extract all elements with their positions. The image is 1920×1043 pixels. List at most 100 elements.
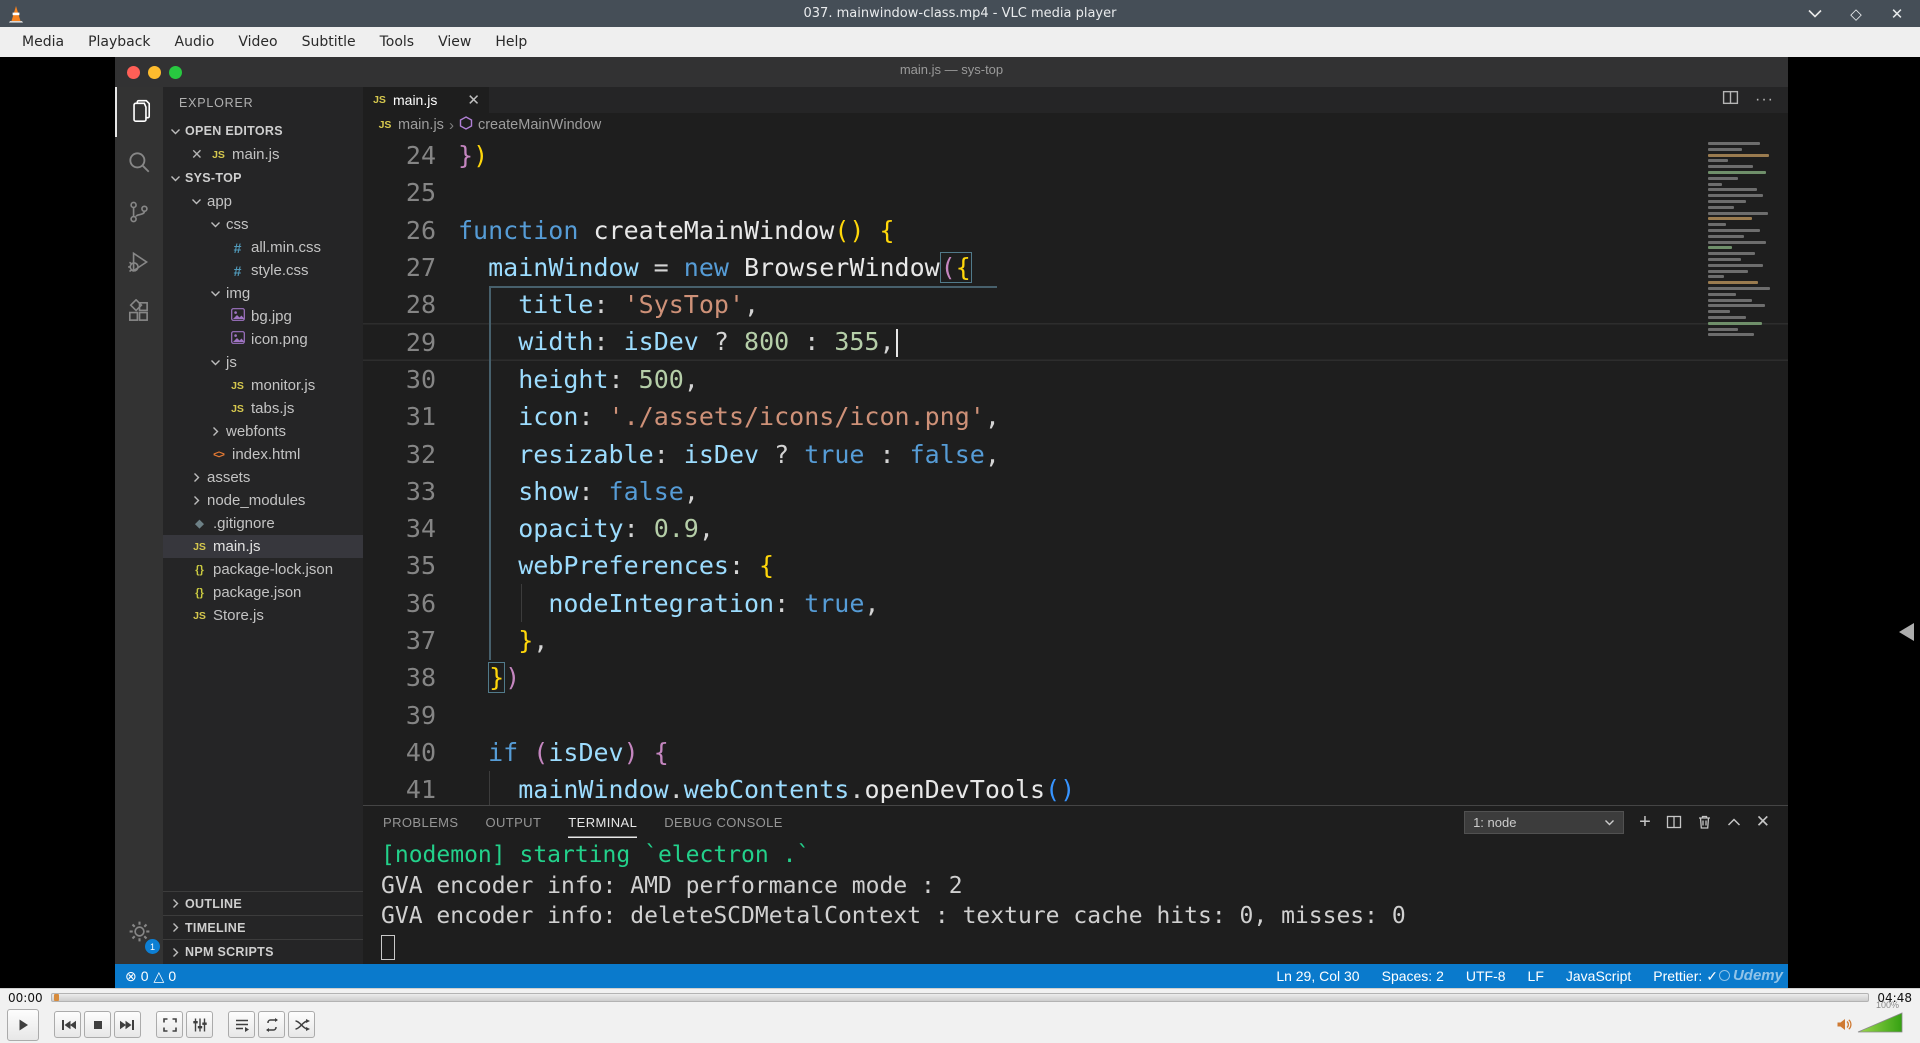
cursor-position[interactable]: Ln 29, Col 30 <box>1276 968 1359 984</box>
section-timeline[interactable]: TIMELINE <box>163 916 363 940</box>
code-line-32[interactable]: 32 resizable: isDev ? true : false, <box>363 435 1788 472</box>
speaker-icon[interactable] <box>1836 1016 1853 1038</box>
code-line-27[interactable]: 27 mainWindow = new BrowserWindow({ <box>363 249 1788 286</box>
errors-indicator[interactable]: ⊗ 0 <box>125 968 149 985</box>
previous-button[interactable] <box>54 1011 81 1038</box>
open-editors-section[interactable]: OPEN EDITORS <box>163 119 363 143</box>
code-line-33[interactable]: 33 show: false, <box>363 473 1788 510</box>
seek-bar[interactable] <box>50 993 1870 1002</box>
indentation[interactable]: Spaces: 2 <box>1382 968 1444 984</box>
formatter-status[interactable]: Prettier: ✓ <box>1653 968 1718 985</box>
shuffle-button[interactable] <box>288 1011 315 1038</box>
code-line-36[interactable]: 36 nodeIntegration: true, <box>363 585 1788 622</box>
code-line-40[interactable]: 40 if (isDev) { <box>363 734 1788 771</box>
close-panel-icon[interactable]: ✕ <box>1756 812 1770 832</box>
code-line-39[interactable]: 39 <box>363 696 1788 733</box>
terminal-output[interactable]: [nodemon] starting `electron .` GVA encod… <box>363 838 1788 968</box>
code-line-38[interactable]: 38 }) <box>363 659 1788 696</box>
code-line-34[interactable]: 34 opacity: 0.9, <box>363 510 1788 547</box>
settings-gear-icon[interactable]: 1 <box>115 906 163 956</box>
tree-item-app[interactable]: app <box>163 190 363 213</box>
code-editor[interactable]: 24}) 25 26 function createMainWindow() {27 … <box>363 137 1788 805</box>
tree-item-package-lock-json[interactable]: {} package-lock.json <box>163 558 363 581</box>
split-editor-icon[interactable] <box>1722 89 1739 111</box>
seek-handle[interactable] <box>53 994 59 1001</box>
open-editor-main-js[interactable]: ✕ JS main.js <box>163 143 363 166</box>
eol-sequence[interactable]: LF <box>1528 968 1544 984</box>
extensions-icon[interactable] <box>115 287 163 337</box>
extended-settings-button[interactable] <box>186 1011 213 1038</box>
tree-item-webfonts[interactable]: webfonts <box>163 420 363 443</box>
close-editor-icon[interactable]: ✕ <box>191 146 205 163</box>
split-terminal-icon[interactable] <box>1666 814 1682 830</box>
panel-tab-debug-console[interactable]: DEBUG CONSOLE <box>664 806 783 838</box>
project-section[interactable]: SYS-TOP <box>163 166 363 190</box>
section-npm-scripts[interactable]: NPM SCRIPTS <box>163 940 363 964</box>
code-line-41[interactable]: 41 mainWindow.webContents.openDevTools() <box>363 771 1788 805</box>
menu-playback[interactable]: Playback <box>76 34 162 50</box>
tree-item-css[interactable]: css <box>163 213 363 236</box>
explorer-icon[interactable] <box>115 87 163 137</box>
tree-item-main-js[interactable]: JS main.js <box>163 535 363 558</box>
playlist-button[interactable] <box>228 1011 255 1038</box>
code-line-30[interactable]: 30 height: 500, <box>363 361 1788 398</box>
search-icon[interactable] <box>115 137 163 187</box>
new-terminal-icon[interactable]: + <box>1639 811 1651 834</box>
fullscreen-button[interactable] <box>156 1011 183 1038</box>
video-area[interactable]: main.js — sys-top 1 EXPLORER OPEN EDITOR… <box>0 57 1920 988</box>
section-outline[interactable]: OUTLINE <box>163 892 363 916</box>
minimap[interactable] <box>1708 142 1774 339</box>
shell-select[interactable]: 1: node <box>1464 810 1625 834</box>
code-line-25[interactable]: 25 <box>363 174 1788 211</box>
panel-tab-terminal[interactable]: TERMINAL <box>568 806 637 838</box>
warnings-indicator[interactable]: △ 0 <box>154 968 177 985</box>
breadcrumb[interactable]: JS main.js › createMainWindow <box>363 113 1788 137</box>
play-button[interactable] <box>7 1008 39 1041</box>
volume-slider[interactable] <box>1857 1011 1903 1038</box>
tree-item-assets[interactable]: assets <box>163 466 363 489</box>
code-line-35[interactable]: 35 webPreferences: { <box>363 547 1788 584</box>
code-line-28[interactable]: 28 title: 'SysTop', <box>363 286 1788 323</box>
tree-item-index-html[interactable]: <> index.html <box>163 443 363 466</box>
tree-item-monitor-js[interactable]: JS monitor.js <box>163 374 363 397</box>
language-mode[interactable]: JavaScript <box>1566 968 1631 984</box>
code-line-26[interactable]: 26 function createMainWindow() { <box>363 212 1788 249</box>
code-line-31[interactable]: 31 icon: './assets/icons/icon.png', <box>363 398 1788 435</box>
menu-media[interactable]: Media <box>10 34 76 50</box>
tree-item-icon-png[interactable]: icon.png <box>163 328 363 351</box>
kill-terminal-icon[interactable] <box>1697 814 1712 830</box>
menu-video[interactable]: Video <box>226 34 289 50</box>
more-actions-icon[interactable]: ··· <box>1755 91 1774 109</box>
code-line-29[interactable]: 29 width: isDev ? 800 : 355, <box>363 323 1788 360</box>
tree-item-store-js[interactable]: JS Store.js <box>163 604 363 627</box>
menu-subtitle[interactable]: Subtitle <box>290 34 368 50</box>
loop-button[interactable] <box>258 1011 285 1038</box>
tree-item-all-min-css[interactable]: # all.min.css <box>163 236 363 259</box>
source-control-icon[interactable] <box>115 187 163 237</box>
menu-audio[interactable]: Audio <box>163 34 227 50</box>
panel-tab-problems[interactable]: PROBLEMS <box>383 806 458 838</box>
tree-item-img[interactable]: img <box>163 282 363 305</box>
line-number: 33 <box>405 476 436 506</box>
tree-item-package-json[interactable]: {} package.json <box>163 581 363 604</box>
encoding[interactable]: UTF-8 <box>1466 968 1506 984</box>
line-number: 26 <box>405 215 436 245</box>
panel-tab-output[interactable]: OUTPUT <box>485 806 541 838</box>
tree-item-node-modules[interactable]: node_modules <box>163 489 363 512</box>
menu-help[interactable]: Help <box>483 34 539 50</box>
tree-item-js[interactable]: js <box>163 351 363 374</box>
stop-button[interactable] <box>84 1011 111 1038</box>
run-debug-icon[interactable] <box>115 237 163 287</box>
menu-tools[interactable]: Tools <box>368 34 427 50</box>
tree-item-style-css[interactable]: # style.css <box>163 259 363 282</box>
menu-view[interactable]: View <box>426 34 483 50</box>
tree-item-gitignore[interactable]: ◆ .gitignore <box>163 512 363 535</box>
tree-item-bg-jpg[interactable]: bg.jpg <box>163 305 363 328</box>
tab-close-icon[interactable]: ✕ <box>467 91 480 109</box>
next-button[interactable] <box>114 1011 141 1038</box>
code-line-24[interactable]: 24}) <box>363 137 1788 174</box>
tab-main-js[interactable]: JS main.js ✕ <box>363 87 489 113</box>
code-line-37[interactable]: 37 }, <box>363 622 1788 659</box>
tree-item-tabs-js[interactable]: JS tabs.js <box>163 397 363 420</box>
maximize-panel-icon[interactable] <box>1727 817 1741 827</box>
